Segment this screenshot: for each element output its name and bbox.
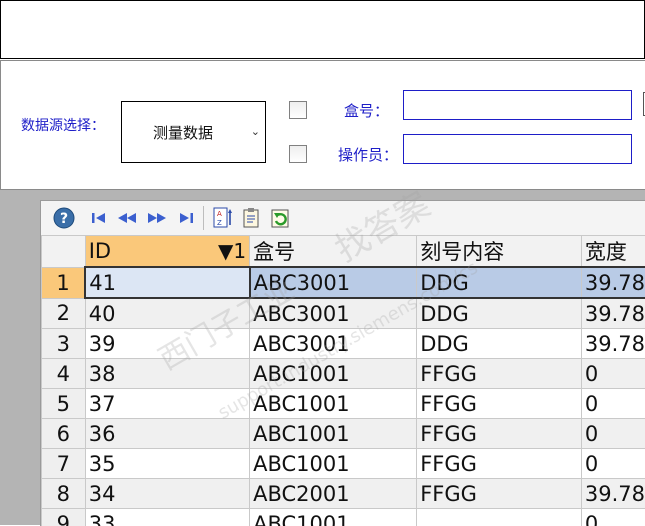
cell-content[interactable]: FFGG xyxy=(417,479,582,509)
cell-width[interactable]: 0 xyxy=(581,389,645,419)
column-header-id[interactable]: ID ▼1 xyxy=(85,236,249,268)
box-input[interactable] xyxy=(403,90,632,120)
cell-content[interactable] xyxy=(417,509,582,526)
box-checkbox[interactable] xyxy=(289,101,307,119)
svg-text:Z: Z xyxy=(217,219,222,227)
column-header-label: ID xyxy=(89,239,111,263)
table-row[interactable]: 4 38 ABC1001 FFGG 0 xyxy=(42,359,645,389)
cell-id[interactable]: 33 xyxy=(85,509,249,526)
chevron-down-icon: ⌄ xyxy=(251,125,260,138)
row-number[interactable]: 9 xyxy=(42,509,86,526)
cell-id[interactable]: 41 xyxy=(85,267,249,298)
cell-id[interactable]: 36 xyxy=(85,419,249,449)
datasource-label: 数据源选择： xyxy=(21,115,105,135)
top-panel xyxy=(0,0,645,59)
cell-width[interactable]: 39.78 xyxy=(581,267,645,298)
refresh-icon[interactable] xyxy=(269,207,291,229)
cell-width[interactable]: 0 xyxy=(581,449,645,479)
operator-checkbox[interactable] xyxy=(289,145,307,163)
sort-icon[interactable]: AZ xyxy=(213,207,233,229)
table-row[interactable]: 1 41 ABC3001 DDG 39.78 xyxy=(42,267,645,298)
grid-navigator: ? AZ xyxy=(41,201,645,236)
cell-id[interactable]: 37 xyxy=(85,389,249,419)
row-number[interactable]: 2 xyxy=(42,298,86,329)
cell-box[interactable]: ABC3001 xyxy=(250,267,417,298)
row-number[interactable]: 6 xyxy=(42,419,86,449)
column-header-label: 宽度 xyxy=(585,240,627,264)
data-grid: ID ▼1 盒号 刻号内容 宽度 1 41 ABC3001 DDG 39.78 2… xyxy=(41,235,645,526)
column-header-content[interactable]: 刻号内容 xyxy=(417,236,582,268)
row-number[interactable]: 7 xyxy=(42,449,86,479)
cell-id[interactable]: 34 xyxy=(85,479,249,509)
column-header-width[interactable]: 宽度 xyxy=(581,236,645,268)
table-row[interactable]: 2 40 ABC3001 DDG 39.78 xyxy=(42,298,645,329)
cell-content[interactable]: FFGG xyxy=(417,389,582,419)
cell-box[interactable]: ABC3001 xyxy=(250,329,417,359)
cell-content[interactable]: FFGG xyxy=(417,419,582,449)
first-record-icon[interactable] xyxy=(91,207,107,229)
cell-width[interactable]: 39.78 xyxy=(581,479,645,509)
table-row[interactable]: 5 37 ABC1001 FFGG 0 xyxy=(42,389,645,419)
table-row[interactable]: 3 39 ABC3001 DDG 39.78 xyxy=(42,329,645,359)
column-header-label: 刻号内容 xyxy=(420,240,504,264)
cell-id[interactable]: 40 xyxy=(85,298,249,329)
cell-id[interactable]: 35 xyxy=(85,449,249,479)
operator-input[interactable] xyxy=(403,134,632,164)
prev-record-icon[interactable] xyxy=(117,207,137,229)
table-row[interactable]: 9 33 ABC1001 0 xyxy=(42,509,645,526)
cell-content[interactable]: FFGG xyxy=(417,449,582,479)
cell-content[interactable]: DDG xyxy=(417,329,582,359)
grid-corner xyxy=(42,236,86,268)
table-row[interactable]: 8 34 ABC2001 FFGG 39.78 xyxy=(42,479,645,509)
cell-width[interactable]: 0 xyxy=(581,359,645,389)
cell-box[interactable]: ABC1001 xyxy=(250,359,417,389)
table-row[interactable]: 6 36 ABC1001 FFGG 0 xyxy=(42,419,645,449)
last-record-icon[interactable] xyxy=(178,207,194,229)
cell-width[interactable]: 39.78 xyxy=(581,298,645,329)
row-number[interactable]: 1 xyxy=(42,267,86,298)
cell-content[interactable]: DDG xyxy=(417,267,582,298)
row-number[interactable]: 4 xyxy=(42,359,86,389)
cell-box[interactable]: ABC1001 xyxy=(250,509,417,526)
cell-box[interactable]: ABC3001 xyxy=(250,298,417,329)
cell-id[interactable]: 38 xyxy=(85,359,249,389)
cell-box[interactable]: ABC1001 xyxy=(250,389,417,419)
table-row[interactable]: 7 35 ABC1001 FFGG 0 xyxy=(42,449,645,479)
cell-width[interactable]: 0 xyxy=(581,419,645,449)
data-grid-panel: ? AZ ID▼1 盒 xyxy=(40,200,645,526)
cell-box[interactable]: ABC1001 xyxy=(250,449,417,479)
cell-width[interactable]: 39.78 xyxy=(581,329,645,359)
cell-id[interactable]: 39 xyxy=(85,329,249,359)
svg-text:?: ? xyxy=(60,211,68,227)
cell-box[interactable]: ABC1001 xyxy=(250,419,417,449)
row-number[interactable]: 3 xyxy=(42,329,86,359)
next-record-icon[interactable] xyxy=(147,207,167,229)
filter-panel: 数据源选择： 测量数据 ⌄ 盒号： 操作员： xyxy=(0,60,645,190)
row-number[interactable]: 8 xyxy=(42,479,86,509)
cell-content[interactable]: DDG xyxy=(417,298,582,329)
help-icon[interactable]: ? xyxy=(53,207,75,229)
cell-width[interactable]: 0 xyxy=(581,509,645,526)
datasource-value: 测量数据 xyxy=(153,122,213,143)
svg-text:A: A xyxy=(217,210,222,218)
cell-content[interactable]: FFGG xyxy=(417,359,582,389)
edit-icon[interactable] xyxy=(242,207,262,229)
column-header-box[interactable]: 盒号 xyxy=(250,236,417,268)
row-number[interactable]: 5 xyxy=(42,389,86,419)
sort-descending-icon: ▼1 xyxy=(218,239,246,263)
datasource-select[interactable]: 测量数据 ⌄ xyxy=(121,101,266,163)
nav-divider xyxy=(203,206,204,230)
column-header-label: 盒号 xyxy=(253,240,295,264)
box-label: 盒号： xyxy=(344,100,389,121)
operator-label: 操作员： xyxy=(338,144,398,165)
cell-box[interactable]: ABC2001 xyxy=(250,479,417,509)
